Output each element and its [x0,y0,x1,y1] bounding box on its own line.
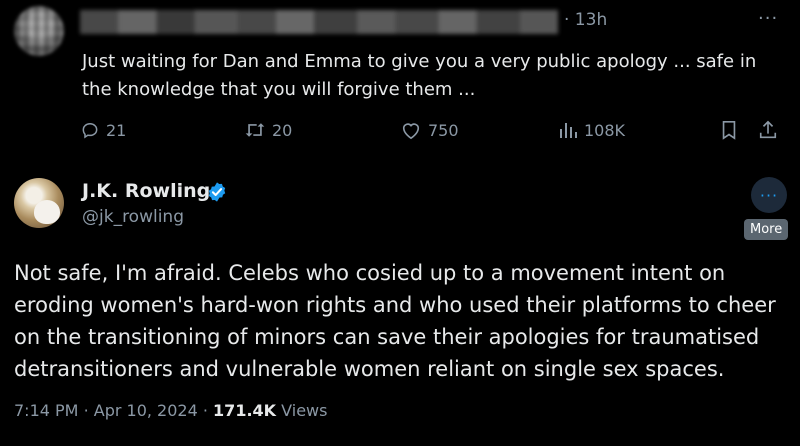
reply-timestamp[interactable]: · 13h [564,10,607,30]
meta-separator: · [83,401,89,420]
retweet-icon [244,120,266,140]
views-icon [558,120,578,140]
share-icon [758,120,778,140]
reply-more-icon[interactable]: ··· [758,8,778,29]
tweet-views-label: Views [281,401,328,420]
tweet-meta: 7:14 PM · Apr 10, 2024 · 171.4K Views [14,401,327,420]
reply-text: Just waiting for Dan and Emma to give yo… [82,51,757,100]
tweet-views-count[interactable]: 171.4K [213,401,276,420]
verified-badge-icon[interactable] [206,181,228,207]
blurred-avatar[interactable] [14,6,64,56]
reply-button[interactable]: 21 [80,120,126,140]
retweet-count: 20 [272,120,293,140]
more-dots-icon: ··· [759,185,779,205]
more-tooltip: More [744,219,789,240]
bookmark-button[interactable] [720,120,738,140]
views-count: 108K [584,120,626,140]
author-handle[interactable]: @jk_rowling [82,207,184,227]
author-avatar[interactable] [14,178,64,228]
meta-separator: · [202,401,208,420]
reply-icon [80,120,100,140]
like-count: 750 [428,120,459,140]
like-button[interactable]: 750 [400,120,459,140]
more-options-button[interactable]: ··· [751,177,787,213]
bookmark-icon [720,120,738,140]
tweet-date[interactable]: Apr 10, 2024 [94,401,198,420]
reply-count: 21 [106,120,127,140]
tweet-time[interactable]: 7:14 PM [14,401,78,420]
views-button[interactable]: 108K [558,120,625,140]
retweet-button[interactable]: 20 [244,120,292,140]
heart-icon [400,120,422,140]
blurred-username [80,10,558,34]
share-button[interactable] [758,120,778,140]
author-name[interactable]: J.K. Rowling [82,180,210,202]
tweet-text: Not safe, I'm afraid. Celebs who cosied … [14,261,776,381]
